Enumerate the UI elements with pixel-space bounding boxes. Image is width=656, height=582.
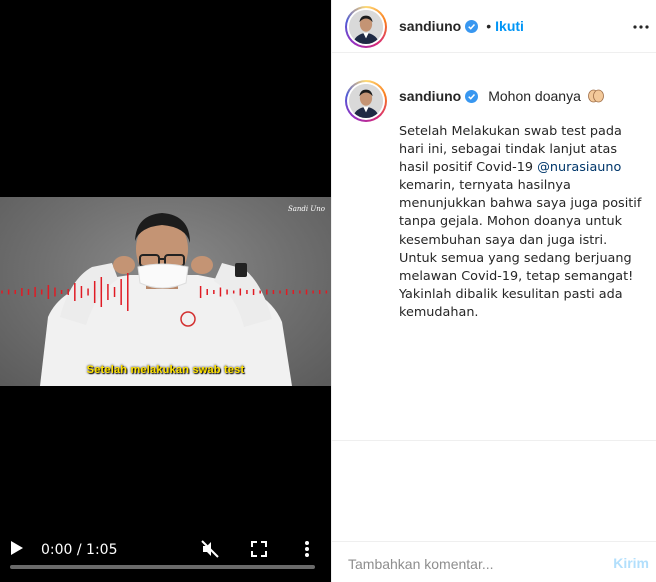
avatar[interactable]	[345, 6, 387, 48]
watermark-logo: Sandi Uno	[287, 205, 325, 213]
video-subtitle: Setelah melakukan swab test	[86, 364, 245, 376]
profile-photo-icon	[349, 10, 383, 44]
fullscreen-icon[interactable]	[249, 539, 269, 559]
mention-link[interactable]: @nurasiauno	[537, 160, 621, 175]
comment-bar: Kirim	[332, 541, 656, 582]
avatar[interactable]	[345, 80, 387, 122]
play-icon[interactable]	[10, 540, 24, 556]
post-header: sandiuno • Ikuti	[332, 0, 656, 53]
video-progress-bar[interactable]	[10, 565, 315, 569]
more-horizontal-icon[interactable]	[633, 19, 649, 35]
folded-hands-emoji-icon	[587, 89, 604, 103]
separator-dot: •	[486, 18, 492, 34]
comment-input[interactable]	[348, 554, 588, 574]
divider	[332, 440, 656, 441]
video-time: 0:00 / 1:05	[41, 542, 118, 558]
verified-badge-icon	[465, 89, 479, 103]
verified-badge-icon	[465, 19, 479, 33]
post-info-panel: sandiuno • Ikuti sandiuno Mohon doanya S…	[331, 0, 656, 582]
video-scene	[1, 213, 328, 386]
more-vertical-icon[interactable]	[297, 539, 317, 559]
volume-muted-icon[interactable]	[200, 539, 220, 559]
caption-text: Setelah Melakukan swab test pada hari in…	[399, 123, 644, 322]
video-player[interactable]: Sandi Uno Setelah melakukan swab test 0:…	[0, 0, 331, 582]
video-controls: 0:00 / 1:05	[0, 530, 331, 582]
video-frame[interactable]: Sandi Uno Setelah melakukan swab test	[0, 197, 331, 386]
caption-username[interactable]: sandiuno	[399, 88, 461, 104]
post-comment-button[interactable]: Kirim	[613, 555, 649, 571]
follow-button[interactable]: Ikuti	[495, 18, 524, 34]
caption-title: Mohon doanya	[488, 88, 581, 104]
header-username[interactable]: sandiuno	[399, 18, 461, 34]
profile-photo-icon	[349, 84, 383, 118]
caption-text-part: kemarin, ternyata hasilnya menunjukkan b…	[399, 178, 642, 320]
